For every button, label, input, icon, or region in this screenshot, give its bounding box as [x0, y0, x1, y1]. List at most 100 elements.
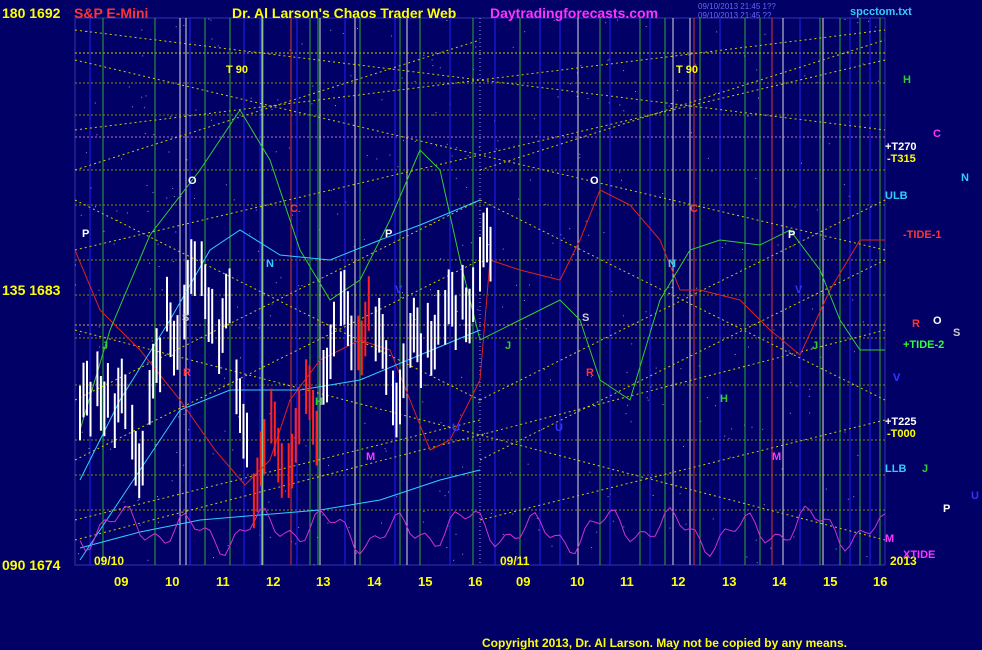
star-dot	[746, 556, 748, 558]
star-dot	[512, 46, 514, 48]
star-dot	[298, 526, 300, 528]
star-dot	[706, 397, 708, 399]
star-dot	[161, 289, 163, 291]
star-dot	[527, 463, 529, 465]
star-dot	[857, 22, 859, 24]
star-dot	[146, 185, 148, 186]
star-dot	[518, 198, 520, 200]
series-label: R	[912, 318, 920, 330]
star-dot	[502, 248, 504, 250]
star-dot	[414, 80, 416, 82]
star-dot	[688, 54, 690, 56]
star-dot	[596, 531, 598, 533]
star-dot	[528, 284, 530, 286]
star-dot	[712, 518, 714, 520]
chart-annotation: V	[395, 284, 403, 296]
star-dot	[550, 274, 552, 276]
star-dot	[541, 429, 543, 431]
star-dot	[847, 498, 849, 500]
star-dot	[808, 395, 810, 397]
chart-annotation: P	[385, 228, 393, 240]
star-dot	[497, 140, 499, 142]
star-dot	[183, 25, 185, 26]
star-dot	[385, 450, 387, 452]
star-dot	[820, 356, 822, 358]
star-dot	[569, 83, 571, 85]
star-dot	[113, 243, 115, 245]
star-dot	[621, 179, 622, 181]
date-label-1: 09/10	[94, 554, 125, 568]
star-dot	[502, 306, 504, 308]
star-dot	[348, 526, 350, 528]
x-tick-label: 10	[570, 574, 585, 589]
star-dot	[390, 35, 392, 37]
star-dot	[668, 287, 670, 289]
x-tick-label: 14	[772, 574, 787, 589]
star-dot	[742, 248, 743, 250]
star-dot	[552, 242, 554, 244]
star-dot	[147, 361, 149, 363]
star-dot	[825, 488, 827, 490]
series-label: +TIDE-2	[903, 339, 945, 351]
star-dot	[166, 197, 168, 199]
star-dot	[603, 232, 605, 234]
star-dot	[188, 429, 190, 431]
star-dot	[271, 109, 273, 110]
star-dot	[288, 147, 290, 149]
star-dot	[844, 431, 846, 433]
star-dot	[433, 114, 435, 116]
star-dot	[716, 31, 718, 33]
star-dot	[579, 153, 581, 155]
star-dot	[529, 179, 531, 181]
star-dot	[635, 91, 636, 93]
chart-annotation: O	[188, 175, 197, 187]
star-dot	[330, 190, 332, 192]
star-dot	[538, 529, 540, 531]
star-dot	[495, 148, 497, 150]
site-label: Daytradingforecasts.com	[490, 5, 659, 21]
star-dot	[721, 247, 723, 248]
star-dot	[756, 69, 758, 71]
star-dot	[275, 151, 277, 153]
star-dot	[488, 244, 489, 246]
star-dot	[255, 209, 257, 211]
star-dot	[147, 210, 149, 212]
star-dot	[612, 520, 614, 522]
star-dot	[623, 110, 625, 112]
star-dot	[258, 250, 260, 252]
star-dot	[446, 547, 448, 548]
star-dot	[862, 321, 864, 323]
star-dot	[95, 206, 96, 208]
series-label: XTIDE	[903, 549, 936, 561]
star-dot	[622, 315, 624, 317]
star-dot	[446, 143, 448, 145]
y-label-mid: 135 1683	[2, 282, 61, 298]
star-dot	[646, 397, 648, 399]
star-dot	[456, 147, 458, 149]
star-dot	[431, 59, 433, 61]
star-dot	[183, 464, 185, 466]
star-dot	[401, 77, 403, 79]
star-dot	[756, 562, 758, 564]
star-dot	[217, 45, 219, 47]
star-dot	[171, 480, 173, 482]
star-dot	[103, 230, 105, 232]
star-dot	[186, 159, 188, 161]
star-dot	[747, 115, 749, 117]
star-dot	[176, 451, 178, 453]
chart-annotation: H	[315, 396, 323, 408]
x-tick-label: 10	[165, 574, 180, 589]
star-dot	[149, 262, 151, 264]
star-dot	[623, 70, 625, 72]
star-dot	[312, 85, 314, 87]
star-dot	[75, 264, 76, 266]
star-dot	[734, 354, 736, 355]
star-dot	[467, 155, 469, 157]
star-dot	[645, 311, 647, 313]
chart-annotation: V	[795, 284, 803, 296]
star-dot	[715, 405, 716, 407]
star-dot	[625, 413, 627, 415]
star-dot	[773, 329, 775, 331]
series-label: -T000	[887, 428, 916, 440]
star-dot	[178, 416, 180, 418]
